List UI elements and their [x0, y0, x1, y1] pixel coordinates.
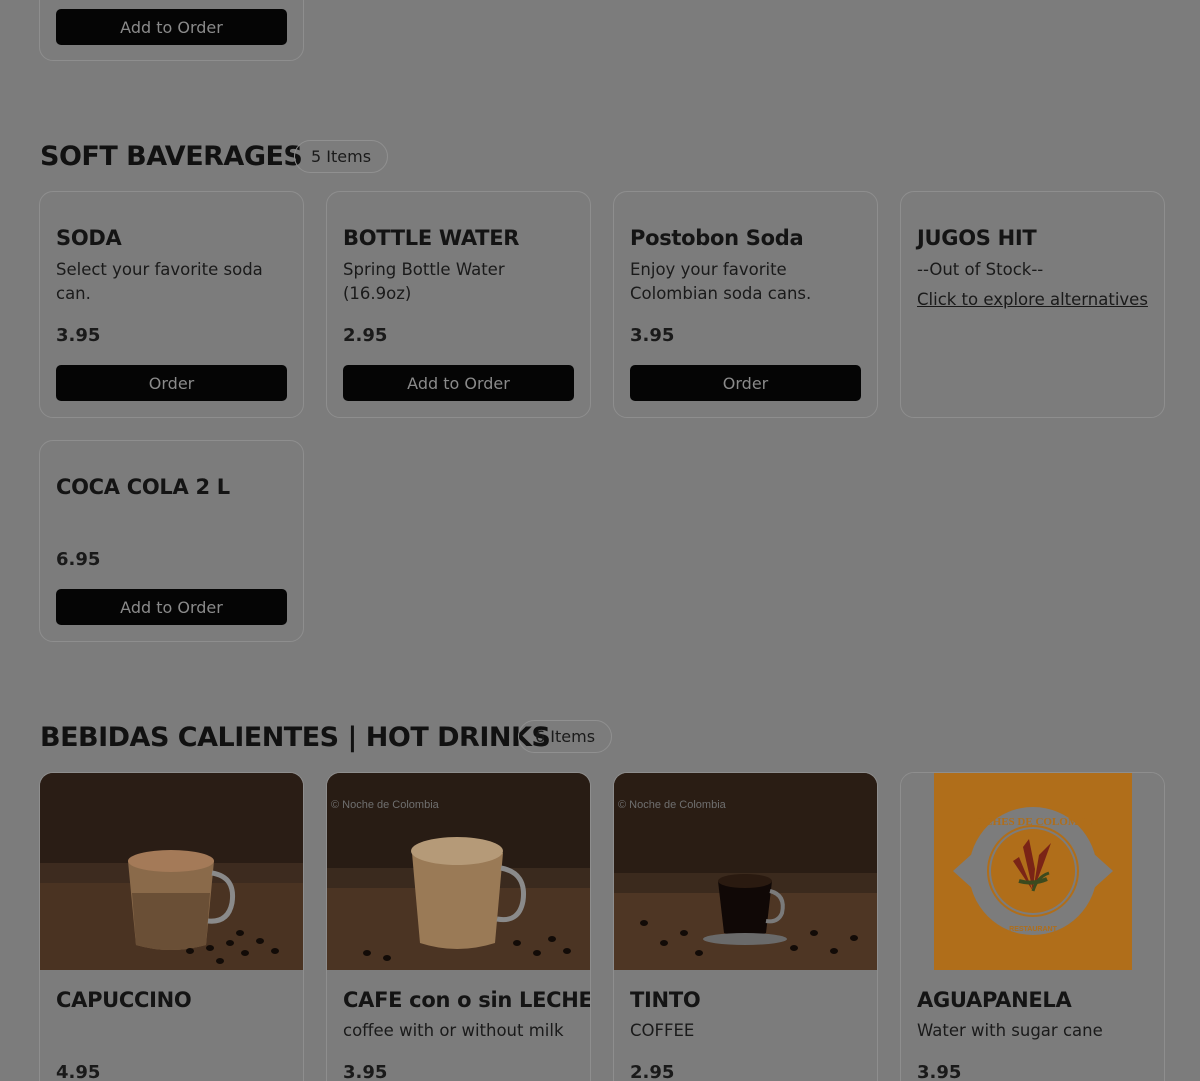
item-price: 3.95	[56, 325, 101, 346]
item-name: JUGOS HIT	[917, 226, 1037, 250]
logo-text: NOCHES DE COLOMBIA	[968, 816, 1098, 828]
item-price: 6.95	[56, 549, 101, 570]
menu-item-card[interactable]: Postobon Soda Enjoy your favorite Colomb…	[613, 191, 878, 418]
item-description: Spring Bottle Water (16.9oz)	[343, 260, 505, 303]
item-description: Water with sugar cane	[917, 1021, 1103, 1040]
add-to-order-button[interactable]: Add to Order	[56, 9, 287, 45]
item-description: coffee with or without milk	[343, 1021, 564, 1040]
item-price: 3.95	[630, 325, 675, 346]
item-count-badge: 5 Items	[294, 140, 389, 173]
item-price: 4.95	[56, 1062, 101, 1081]
logo-subtext: RESTAURANT	[1009, 926, 1057, 933]
item-name: COCA COLA 2 L	[56, 475, 230, 499]
item-price: 2.95	[343, 325, 388, 346]
order-button[interactable]: Order	[630, 365, 861, 401]
restaurant-logo: NOCHES DE COLOMBIA RESTAURANT	[901, 773, 1164, 970]
add-to-order-button[interactable]: Add to Order	[56, 589, 287, 625]
item-name: TINTO	[630, 988, 701, 1012]
item-photo: © Noche de Colombia	[614, 773, 877, 970]
item-price: 3.95	[343, 1062, 388, 1081]
item-name: CAPUCCINO	[56, 988, 192, 1012]
item-description: Select your favorite soda can.	[56, 260, 263, 303]
explore-alternatives-link[interactable]: Click to explore alternatives	[917, 290, 1148, 309]
menu-item-card[interactable]: BOTTLE WATER Spring Bottle Water (16.9oz…	[326, 191, 591, 418]
item-photo: © Noche de Colombia	[327, 773, 590, 970]
menu-item-card[interactable]: COCA COLA 2 L 6.95 Add to Order	[39, 440, 304, 642]
order-button[interactable]: Order	[56, 365, 287, 401]
item-photo	[40, 773, 303, 970]
menu-item-card[interactable]: CAPUCCINO 4.95	[39, 772, 304, 1081]
item-description: COFFEE	[630, 1021, 695, 1040]
menu-item-card[interactable]: SODA Select your favorite soda can. 3.95…	[39, 191, 304, 418]
menu-item-card[interactable]: © Noche de Colombia CAFE con o sin LECHE…	[326, 772, 591, 1081]
menu-item-card[interactable]: © Noche de Colombia TINTO COFFEE 2.95	[613, 772, 878, 1081]
menu-item-card: Add to Order	[39, 0, 304, 61]
photo-watermark: © Noche de Colombia	[331, 799, 440, 811]
item-name: BOTTLE WATER	[343, 226, 520, 250]
section-title: BEBIDAS CALIENTES | HOT DRINKS	[40, 722, 551, 753]
item-name: Postobon Soda	[630, 226, 804, 250]
item-name: CAFE con o sin LECHE	[343, 988, 591, 1012]
menu-item-card[interactable]: NOCHES DE COLOMBIA RESTAURANT AGUAPANELA…	[900, 772, 1165, 1081]
item-name: AGUAPANELA	[917, 988, 1072, 1012]
item-price: 2.95	[630, 1062, 675, 1081]
item-name: SODA	[56, 226, 122, 250]
item-price: 3.95	[917, 1062, 962, 1081]
item-count-badge: 6 Items	[518, 720, 613, 753]
photo-watermark: © Noche de Colombia	[618, 799, 727, 811]
out-of-stock-label: --Out of Stock--	[917, 260, 1044, 279]
item-description: Enjoy your favorite Colombian soda cans.	[630, 260, 812, 303]
section-title: SOFT BAVERAGES	[40, 141, 303, 172]
add-to-order-button[interactable]: Add to Order	[343, 365, 574, 401]
menu-item-card[interactable]: JUGOS HIT --Out of Stock-- Click to expl…	[900, 191, 1165, 418]
